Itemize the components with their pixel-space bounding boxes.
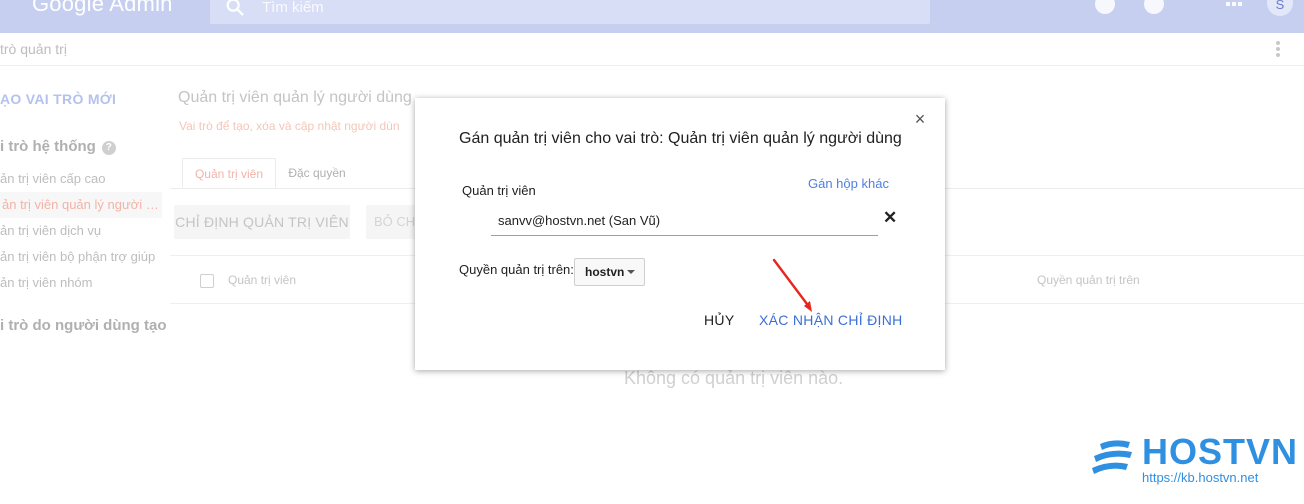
tab-admins[interactable]: Quản trị viên	[182, 158, 276, 188]
tab-privileges[interactable]: Đặc quyền	[276, 158, 358, 188]
role-title: Quản trị viên quản lý người dùng	[178, 89, 412, 106]
create-role-link[interactable]: ẠO VAI TRÒ MỚI	[0, 91, 116, 107]
empty-state-message: Không có quản trị viên nào.	[624, 368, 844, 388]
watermark-brand: HOSTVN	[1142, 431, 1299, 472]
more-options-icon[interactable]	[1276, 41, 1280, 57]
breadcrumb[interactable]: trò quản trị	[0, 41, 67, 57]
scope-dropdown-value: hostvn	[585, 265, 625, 279]
watermark-url: https://kb.hostvn.net	[1142, 470, 1259, 485]
select-all-checkbox[interactable]	[200, 274, 214, 288]
google-admin-logo[interactable]: Google Admin	[32, 0, 173, 17]
assign-admin-dialog: × Gán quản trị viên cho vai trò: Quản tr…	[415, 98, 945, 370]
top-app-bar: Google Admin Tìm kiếm S	[0, 0, 1304, 33]
system-roles-heading: i trò hệ thống?	[0, 138, 116, 155]
scope-dropdown[interactable]: hostvn	[574, 258, 645, 286]
sidebar-item-super-admin[interactable]: ản trị viên cấp cao	[0, 171, 106, 186]
search-bar[interactable]: Tìm kiếm	[210, 0, 930, 24]
sub-header: trò quản trị	[0, 33, 1304, 66]
hostvn-logo-icon	[1092, 440, 1132, 474]
sidebar-item-groups-admin[interactable]: ản trị viên nhóm	[0, 275, 93, 290]
admin-field-label: Quản trị viên	[462, 183, 536, 198]
sidebar-item-user-management-admin[interactable]: ản trị viên quản lý người d...	[0, 192, 162, 218]
hostvn-watermark: HOSTVN https://kb.hostvn.net	[1090, 432, 1297, 488]
help-icon[interactable]	[1144, 0, 1164, 14]
sidebar-item-services-admin[interactable]: ản trị viên dịch vụ	[0, 223, 101, 238]
help-icon[interactable]: ?	[101, 141, 116, 155]
column-header-admin[interactable]: Quản trị viên	[228, 273, 296, 287]
sidebar-item-help-desk-admin[interactable]: ản trị viên bộ phận trợ giúp	[0, 249, 155, 264]
search-placeholder: Tìm kiếm	[262, 0, 324, 16]
scope-label: Quyền quản trị trên:	[459, 262, 574, 277]
assign-other-link[interactable]: Gán hộp khác	[808, 176, 889, 191]
clear-icon[interactable]: ✕	[883, 209, 897, 226]
apps-icon[interactable]	[1226, 0, 1242, 10]
column-header-scope[interactable]: Quyền quản trị trên	[1037, 273, 1140, 287]
dialog-title: Gán quản trị viên cho vai trò: Quản trị …	[459, 130, 902, 147]
assign-admins-button[interactable]: CHỈ ĐỊNH QUẢN TRỊ VIÊN	[174, 205, 350, 239]
role-description: Vai trò để tạo, xóa và cập nhật người dù…	[179, 119, 400, 133]
chevron-down-icon	[627, 270, 635, 274]
cancel-button[interactable]: HỦY	[704, 312, 734, 328]
admin-input[interactable]	[491, 206, 878, 236]
close-icon[interactable]: ×	[913, 110, 927, 128]
search-icon	[226, 0, 244, 16]
notifications-icon[interactable]	[1095, 0, 1115, 14]
system-roles-heading-text: i trò hệ thống	[0, 138, 96, 155]
custom-roles-heading: i trò do người dùng tạo	[0, 317, 167, 334]
avatar[interactable]: S	[1267, 0, 1293, 16]
annotation-arrow-icon	[772, 258, 812, 312]
